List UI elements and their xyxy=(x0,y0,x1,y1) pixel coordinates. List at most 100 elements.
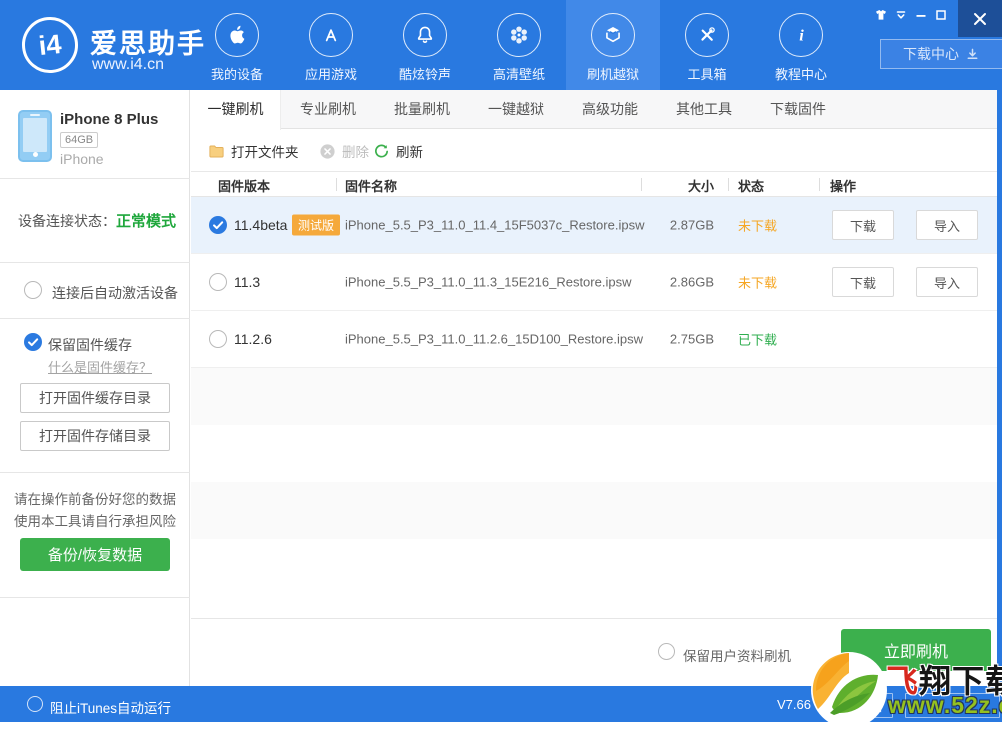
refresh-icon xyxy=(375,144,389,157)
firmware-status: 已下载 xyxy=(738,332,778,348)
empty-row xyxy=(191,539,997,618)
open-cache-dir-label: 打开固件缓存目录 xyxy=(39,390,151,406)
nav-label: 工具箱 xyxy=(687,67,727,82)
download-button[interactable]: 下载 xyxy=(832,267,894,297)
keep-cache-checkbox[interactable] xyxy=(24,333,42,351)
block-itunes-radio[interactable] xyxy=(27,696,43,712)
import-button[interactable]: 导入 xyxy=(916,210,978,240)
auto-activate-radio[interactable] xyxy=(24,281,42,299)
firmware-filename: iPhone_5.5_P3_11.0_11.4_15F5037c_Restore… xyxy=(345,217,645,233)
tab-download-firmware[interactable]: 下载固件 xyxy=(751,90,845,129)
nav-label: 教程中心 xyxy=(774,67,827,82)
tab-one-click-flash[interactable]: 一键刷机 xyxy=(191,90,281,130)
download-center-button[interactable]: 下载中心 xyxy=(880,39,1002,69)
nav-label: 我的设备 xyxy=(210,67,263,82)
open-cache-dir-button[interactable]: 打开固件缓存目录 xyxy=(20,383,170,413)
tab-one-click-jailbreak[interactable]: 一键越狱 xyxy=(469,90,563,129)
tab-other-tools[interactable]: 其他工具 xyxy=(657,90,751,129)
download-center-label: 下载中心 xyxy=(903,46,959,62)
tab-label: 下载固件 xyxy=(770,101,826,117)
table-header: 固件版本 固件名称 大小 状态 操作 xyxy=(191,172,997,197)
firmware-row[interactable]: 11.4beta 测试版 iPhone_5.5_P3_11.0_11.4_15F… xyxy=(191,197,997,254)
firmware-row[interactable]: 11.2.6 iPhone_5.5_P3_11.0_11.2.6_15D100_… xyxy=(191,311,997,368)
device-model: iPhone xyxy=(60,151,104,167)
nav-ringtones[interactable]: 酷炫铃声 xyxy=(378,0,472,90)
logo-mark: i4 xyxy=(37,28,63,61)
firmware-row[interactable]: 11.3 iPhone_5.5_P3_11.0_11.3_15E216_Rest… xyxy=(191,254,997,311)
cache-help-link[interactable]: 什么是固件缓存？ xyxy=(48,357,152,376)
download-label: 下载 xyxy=(849,218,876,234)
skin-theme-icon[interactable] xyxy=(872,6,890,24)
toolbox-icon xyxy=(685,13,729,57)
delete-icon xyxy=(320,143,335,159)
firmware-radio[interactable] xyxy=(209,273,227,291)
warning-line-1: 请在操作前备份好您的数据 xyxy=(14,492,176,507)
nav-apps-games[interactable]: 应用游戏 xyxy=(284,0,378,90)
watermark-url: www.52z.com xyxy=(888,692,1002,718)
firmware-size: 2.87GB xyxy=(669,217,714,233)
backup-restore-label: 备份/恢复数据 xyxy=(47,547,143,564)
firmware-version: 11.4beta xyxy=(234,217,288,233)
firmware-radio[interactable] xyxy=(209,330,227,348)
nav-flash-jailbreak[interactable]: 刷机越狱 xyxy=(566,0,660,90)
col-filename: 固件名称 xyxy=(345,179,398,194)
connection-status-value: 正常模式 xyxy=(116,213,177,230)
appstore-icon xyxy=(309,13,353,57)
close-button[interactable] xyxy=(958,0,1002,37)
download-button[interactable]: 下载 xyxy=(832,210,894,240)
sidebar: iPhone 8 Plus 64GB iPhone 设备连接状态：正常模式 连接… xyxy=(0,90,190,686)
connection-label: 设备连接状态： xyxy=(18,213,116,229)
delete-label: 删除 xyxy=(342,145,369,160)
keep-user-data-label: 保留用户资料刷机 xyxy=(683,649,791,664)
tab-advanced[interactable]: 高级功能 xyxy=(563,90,657,129)
import-label: 导入 xyxy=(933,275,960,291)
nav-toolbox[interactable]: 工具箱 xyxy=(660,0,754,90)
tab-label: 其他工具 xyxy=(676,101,732,117)
device-capacity-badge: 64GB xyxy=(60,132,99,148)
device-name: iPhone 8 Plus xyxy=(60,111,159,128)
nav-tutorials[interactable]: i 教程中心 xyxy=(754,0,848,90)
tab-label: 专业刷机 xyxy=(300,101,356,117)
firmware-version: 11.3 xyxy=(234,274,261,290)
tab-batch-flash[interactable]: 批量刷机 xyxy=(375,90,469,129)
download-label: 下载 xyxy=(849,275,876,291)
firmware-size: 2.86GB xyxy=(669,274,714,290)
jailbreak-box-icon xyxy=(591,13,635,57)
empty-row xyxy=(191,368,997,425)
apple-icon xyxy=(215,13,259,57)
col-size: 大小 xyxy=(687,179,714,194)
tab-pro-flash[interactable]: 专业刷机 xyxy=(281,90,375,129)
maximize-button[interactable] xyxy=(932,6,950,24)
check-icon xyxy=(213,221,224,230)
backup-restore-button[interactable]: 备份/恢复数据 xyxy=(20,538,170,571)
window-right-border xyxy=(997,90,1002,686)
nav-label: 刷机越狱 xyxy=(586,67,639,82)
firmware-status: 未下载 xyxy=(738,218,778,234)
warning-line-2: 使用本工具请自行承担风险 xyxy=(14,514,176,529)
info-icon: i xyxy=(779,13,823,57)
app-logo: i4 xyxy=(19,14,81,76)
refresh-button[interactable]: 刷新 xyxy=(373,130,423,172)
beta-badge: 测试版 xyxy=(292,214,341,236)
tab-label: 批量刷机 xyxy=(394,101,450,117)
col-actions: 操作 xyxy=(830,179,857,194)
nav-my-device[interactable]: 我的设备 xyxy=(190,0,284,90)
firmware-status: 未下载 xyxy=(738,275,778,291)
tab-label: 高级功能 xyxy=(582,101,638,117)
firmware-filename: iPhone_5.5_P3_11.0_11.3_15E216_Restore.i… xyxy=(345,274,632,290)
open-folder-button[interactable]: 打开文件夹 xyxy=(208,130,299,172)
import-button[interactable]: 导入 xyxy=(916,267,978,297)
tray-menu-icon[interactable] xyxy=(892,6,910,24)
empty-row xyxy=(191,482,997,539)
toolbar: 打开文件夹 删除 刷新 xyxy=(191,130,997,172)
keep-user-data-radio[interactable] xyxy=(658,643,675,660)
tab-label: 一键刷机 xyxy=(207,101,264,117)
main-panel: 一键刷机 专业刷机 批量刷机 一键越狱 高级功能 其他工具 下载固件 打开文件夹… xyxy=(191,90,997,686)
folder-icon xyxy=(209,145,224,157)
firmware-radio-checked[interactable] xyxy=(209,216,227,234)
empty-row xyxy=(191,425,997,482)
delete-button: 删除 xyxy=(319,130,369,172)
nav-wallpapers[interactable]: 高清壁纸 xyxy=(472,0,566,90)
minimize-button[interactable] xyxy=(912,6,930,24)
open-storage-dir-button[interactable]: 打开固件存储目录 xyxy=(20,421,170,451)
